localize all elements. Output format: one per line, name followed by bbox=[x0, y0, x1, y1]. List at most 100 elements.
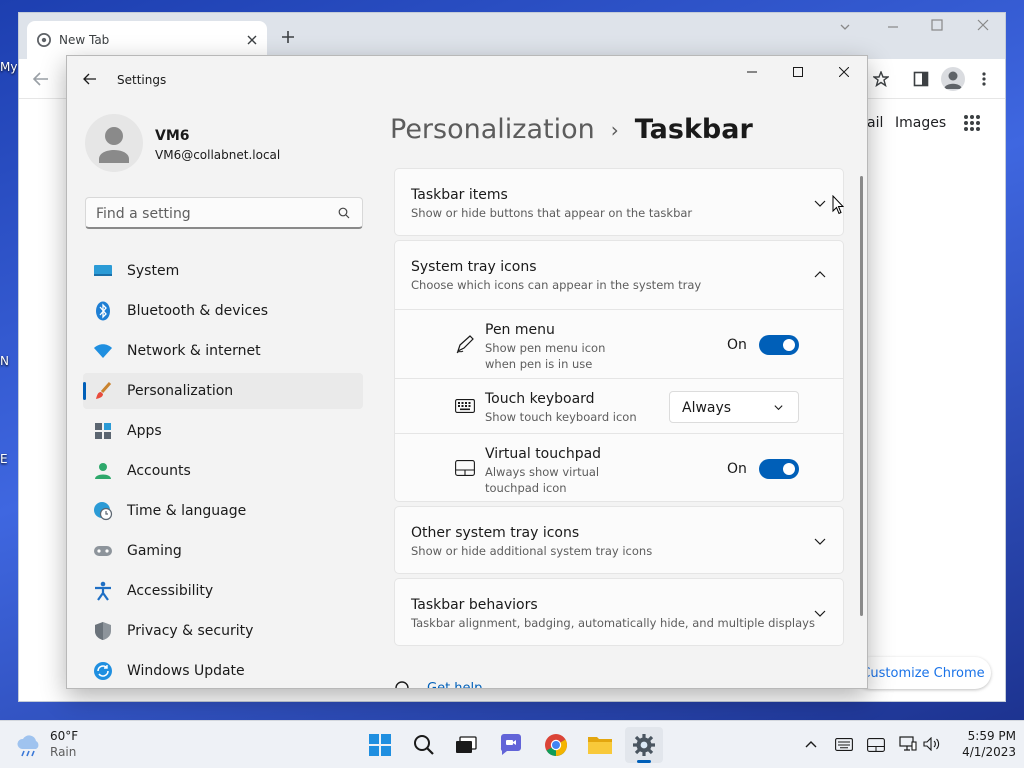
show-hidden-icons-icon[interactable] bbox=[805, 739, 817, 749]
sidebar-item-label: Windows Update bbox=[127, 663, 245, 679]
chrome-tab[interactable]: New Tab bbox=[27, 21, 267, 59]
pen-menu-desc: Show pen menu icon bbox=[485, 341, 606, 355]
clock-time: 5:59 PM bbox=[967, 729, 1016, 743]
weather-widget[interactable]: 60°F Rain bbox=[10, 727, 120, 763]
sidebar-item-label: Personalization bbox=[127, 383, 234, 399]
start-button[interactable] bbox=[361, 727, 399, 763]
desktop-icon-label[interactable]: E bbox=[0, 452, 8, 466]
minimize-icon[interactable] bbox=[887, 21, 899, 33]
help-icon bbox=[395, 681, 409, 688]
active-indicator bbox=[83, 382, 86, 400]
sidebar-item-network[interactable]: Network & internet bbox=[83, 333, 363, 369]
touch-keyboard-row: Touch keyboard Show touch keyboard icon … bbox=[395, 379, 843, 433]
tab-search-icon[interactable] bbox=[839, 21, 851, 33]
profile-avatar-icon[interactable] bbox=[941, 67, 965, 91]
close-icon bbox=[839, 67, 849, 77]
new-tab-icon[interactable] bbox=[281, 30, 295, 44]
desktop-icon-label[interactable]: N bbox=[0, 354, 9, 368]
virtual-touchpad-title: Virtual touchpad bbox=[485, 446, 602, 462]
apps-grid-icon[interactable] bbox=[963, 114, 981, 132]
taskbar-search-button[interactable] bbox=[405, 727, 443, 763]
avatar[interactable] bbox=[85, 114, 143, 172]
shield-icon bbox=[93, 621, 113, 641]
clock-date: 4/1/2023 bbox=[962, 745, 1016, 759]
system-tray-header[interactable]: System tray icons Choose which icons can… bbox=[395, 241, 843, 309]
touch-keyboard-desc: Show touch keyboard icon bbox=[485, 410, 637, 424]
sidebar-item-gaming[interactable]: Gaming bbox=[83, 533, 363, 569]
sidebar-item-windows-update[interactable]: Windows Update bbox=[83, 653, 363, 688]
pen-menu-toggle[interactable] bbox=[759, 335, 799, 355]
taskbar-behaviors-card[interactable]: Taskbar behaviors Taskbar alignment, bad… bbox=[394, 578, 844, 646]
maximize-icon[interactable] bbox=[931, 19, 943, 31]
card-title: Taskbar items bbox=[411, 187, 508, 203]
file-explorer-button[interactable] bbox=[581, 727, 619, 763]
search-input[interactable]: Find a setting bbox=[85, 197, 363, 229]
images-link[interactable]: Images bbox=[895, 115, 946, 131]
clock[interactable]: 5:59 PM 4/1/2023 bbox=[948, 727, 1016, 763]
card-description: Choose which icons can appear in the sys… bbox=[411, 278, 702, 292]
system-icon bbox=[93, 261, 113, 281]
chrome-menu-icon[interactable] bbox=[981, 71, 987, 87]
sidebar-item-label: Time & language bbox=[127, 503, 247, 519]
settings-taskbar-button[interactable] bbox=[625, 727, 663, 763]
sidebar-item-system[interactable]: System bbox=[83, 253, 363, 289]
back-arrow-icon[interactable] bbox=[83, 73, 97, 85]
sidebar-item-label: Bluetooth & devices bbox=[127, 303, 269, 319]
sidebar-item-privacy[interactable]: Privacy & security bbox=[83, 613, 363, 649]
customize-chrome-label: Customize Chrome bbox=[861, 665, 985, 681]
window-title: Settings bbox=[117, 73, 167, 87]
bookmark-star-icon[interactable] bbox=[873, 71, 889, 87]
card-title: System tray icons bbox=[411, 259, 537, 275]
gamepad-icon bbox=[93, 541, 113, 561]
close-icon[interactable] bbox=[977, 19, 989, 31]
touchpad-icon[interactable] bbox=[867, 738, 885, 752]
chevron-down-icon bbox=[773, 402, 784, 413]
keyboard-icon[interactable] bbox=[835, 738, 853, 751]
card-title: Taskbar behaviors bbox=[411, 597, 538, 613]
back-arrow-icon[interactable] bbox=[33, 72, 49, 86]
side-panel-icon[interactable] bbox=[913, 71, 929, 87]
sidebar-item-bluetooth[interactable]: Bluetooth & devices bbox=[83, 293, 363, 329]
rain-cloud-icon bbox=[16, 735, 42, 757]
gmail-link[interactable]: ail bbox=[867, 115, 883, 131]
desktop-icon-label[interactable]: My bbox=[0, 60, 17, 74]
get-help-link[interactable]: Get help bbox=[427, 681, 482, 688]
breadcrumb: Personalization › Taskbar bbox=[390, 114, 753, 145]
system-tray-card: System tray icons Choose which icons can… bbox=[394, 240, 844, 502]
chrome-icon bbox=[544, 733, 568, 757]
scrollbar-thumb[interactable] bbox=[860, 176, 863, 616]
touchpad-icon bbox=[455, 460, 475, 476]
sidebar-item-accounts[interactable]: Accounts bbox=[83, 453, 363, 489]
chevron-up-icon bbox=[813, 268, 827, 282]
chrome-taskbar-button[interactable] bbox=[537, 727, 575, 763]
paintbrush-icon bbox=[93, 381, 113, 401]
card-description: Show or hide additional system tray icon… bbox=[411, 544, 653, 558]
sidebar-item-apps[interactable]: Apps bbox=[83, 413, 363, 449]
touch-keyboard-dropdown[interactable]: Always bbox=[669, 391, 799, 423]
pen-menu-row: Pen menu Show pen menu icon when pen is … bbox=[395, 310, 843, 378]
task-view-button[interactable] bbox=[447, 727, 485, 763]
close-tab-icon[interactable] bbox=[247, 35, 257, 45]
chrome-favicon-icon bbox=[37, 33, 51, 47]
maximize-button[interactable] bbox=[775, 56, 821, 88]
close-button[interactable] bbox=[821, 56, 867, 88]
taskbar-items-card[interactable]: Taskbar items Show or hide buttons that … bbox=[394, 168, 844, 236]
sidebar-item-label: Accessibility bbox=[127, 583, 214, 599]
minimize-icon bbox=[747, 67, 757, 77]
chevron-down-icon bbox=[813, 606, 827, 620]
card-title: Other system tray icons bbox=[411, 525, 580, 541]
chrome-tab-title: New Tab bbox=[59, 33, 110, 47]
apps-icon bbox=[93, 421, 113, 441]
other-tray-icons-card[interactable]: Other system tray icons Show or hide add… bbox=[394, 506, 844, 574]
customize-chrome-button[interactable]: Customize Chrome bbox=[855, 657, 991, 689]
network-icon[interactable] bbox=[899, 736, 917, 752]
sidebar-item-accessibility[interactable]: Accessibility bbox=[83, 573, 363, 609]
breadcrumb-parent[interactable]: Personalization bbox=[390, 114, 595, 145]
sidebar-item-personalization[interactable]: Personalization bbox=[83, 373, 363, 409]
chat-button[interactable] bbox=[492, 727, 530, 763]
sidebar-item-time-language[interactable]: Time & language bbox=[83, 493, 363, 529]
volume-icon[interactable] bbox=[923, 737, 941, 751]
sidebar-item-label: Network & internet bbox=[127, 343, 261, 359]
minimize-button[interactable] bbox=[729, 56, 775, 88]
virtual-touchpad-toggle[interactable] bbox=[759, 459, 799, 479]
